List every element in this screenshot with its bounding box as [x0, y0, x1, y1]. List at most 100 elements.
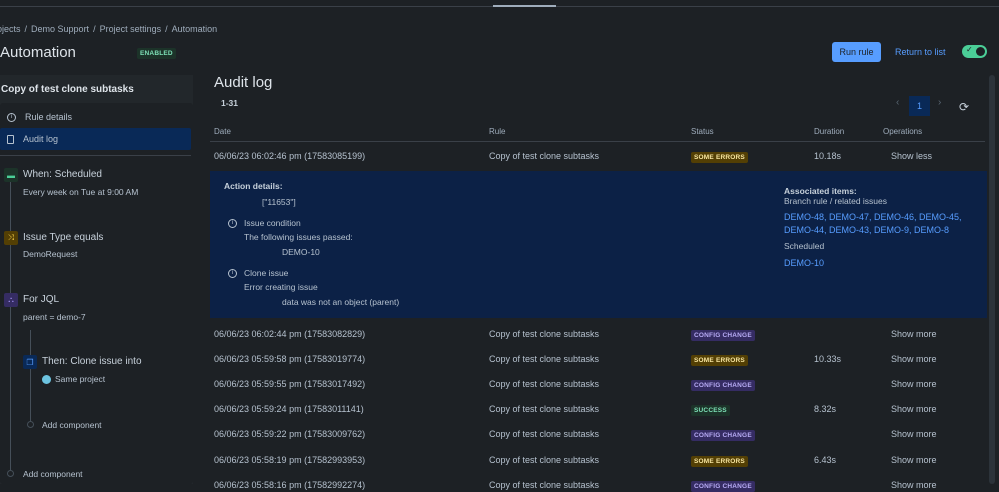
audit-log-title: Audit log	[214, 74, 273, 91]
action-details-panel	[210, 171, 987, 318]
branch-line	[30, 330, 31, 425]
clone-error: data was not an object (parent)	[282, 297, 400, 307]
page-title: Automation	[0, 44, 76, 61]
status-badge: ENABLED	[137, 48, 176, 59]
sidebar-item-audit-log[interactable]: Audit log	[0, 128, 191, 150]
result-range: 1-31	[221, 98, 239, 108]
next-page-button[interactable]: ›	[938, 97, 941, 108]
row-date: 06/06/23 05:59:24 pm (17583011141)	[214, 404, 364, 415]
nav-label: Audit log	[23, 134, 59, 144]
add-component-branch[interactable]: Add component	[42, 420, 102, 430]
active-tab-indicator	[493, 5, 556, 7]
breadcrumb-demo-support[interactable]: Demo Support	[31, 24, 89, 34]
show-less-link[interactable]: Show less	[891, 151, 932, 161]
add-dot-icon	[7, 470, 14, 477]
breadcrumb-projects[interactable]: ojects	[0, 24, 21, 34]
action-details-label: Action details:	[224, 181, 283, 191]
sidebar-item-rule-details[interactable]: i Rule details	[0, 106, 191, 128]
row-status: SUCCESS	[691, 405, 730, 417]
row-date: 06/06/23 06:02:44 pm (17583082829)	[214, 329, 366, 339]
clone-sub: Error creating issue	[244, 282, 318, 292]
row-duration: 8.32s	[814, 404, 837, 415]
row-status: CONFIG CHANGE	[691, 330, 755, 341]
add-dot-icon	[27, 421, 34, 428]
document-icon	[7, 134, 14, 144]
clone-icon: ❐	[23, 355, 37, 369]
check-icon: ✓	[966, 45, 973, 54]
show-more-link[interactable]: Show more	[891, 379, 937, 389]
show-more-link[interactable]: Show more	[891, 429, 937, 439]
step-branch-sub: parent = demo-7	[23, 312, 86, 322]
shuffle-icon: ⤨	[4, 231, 18, 245]
breadcrumb-project-settings[interactable]: Project settings	[100, 24, 162, 34]
rule-name: Copy of test clone subtasks	[1, 84, 134, 95]
show-more-link[interactable]: Show more	[891, 329, 937, 339]
row-duration: 10.33s	[814, 354, 842, 365]
condition-issue: DEMO-10	[282, 247, 320, 257]
step-condition-title[interactable]: Issue Type equals	[23, 232, 103, 243]
add-component[interactable]: Add component	[23, 469, 83, 479]
clone-title: Clone issue	[244, 268, 289, 278]
row-rule: Copy of test clone subtasks	[489, 454, 600, 465]
row-date: 06/06/23 05:59:55 pm (17583017492)	[214, 379, 366, 390]
rule-enabled-toggle[interactable]: ✓	[962, 45, 987, 58]
flow-line	[10, 180, 11, 475]
row-status: SOME ERRORS	[691, 455, 748, 467]
return-to-list-link[interactable]: Return to list	[895, 47, 946, 57]
divider	[0, 155, 191, 156]
col-status: Status	[691, 127, 714, 136]
branch-icon: ⛬	[4, 293, 18, 307]
row-rule: Copy of test clone subtasks	[489, 429, 600, 440]
step-action-title[interactable]: Then: Clone issue into	[42, 356, 142, 367]
info-icon: i	[228, 269, 237, 278]
show-more-link[interactable]: Show more	[891, 354, 937, 364]
top-nav	[0, 0, 999, 7]
action-details-value: ["11653"]	[262, 197, 296, 207]
row-rule: Copy of test clone subtasks	[489, 379, 600, 390]
row-rule: Copy of test clone subtasks	[489, 329, 600, 339]
row-rule: Copy of test clone subtasks	[489, 404, 600, 415]
step-trigger-title[interactable]: When: Scheduled	[23, 169, 102, 180]
step-condition-sub: DemoRequest	[23, 249, 78, 259]
row-date: 06/06/23 05:58:19 pm (17582993953)	[214, 454, 366, 465]
step-action-sub: Same project	[42, 374, 105, 384]
refresh-icon[interactable]: ⟳	[959, 100, 969, 114]
row-status: SOME ERRORS	[691, 152, 748, 163]
show-more-link[interactable]: Show more	[891, 480, 937, 490]
row-status: CONFIG CHANGE	[691, 430, 755, 442]
row-date: 06/06/23 05:59:58 pm (17583019774)	[214, 354, 366, 365]
row-rule: Copy of test clone subtasks	[489, 151, 600, 161]
show-more-link[interactable]: Show more	[891, 455, 937, 465]
run-rule-button[interactable]: Run rule	[832, 42, 881, 62]
row-status: SOME ERRORS	[691, 355, 748, 367]
show-more-link[interactable]: Show more	[891, 404, 937, 414]
col-date: Date	[214, 127, 231, 136]
related-issues-links[interactable]: DEMO-48, DEMO-47, DEMO-46, DEMO-45,	[784, 212, 962, 222]
condition-title: Issue condition	[244, 218, 301, 228]
calendar-icon: ▬	[4, 168, 18, 182]
info-icon: i	[7, 112, 16, 122]
row-rule: Copy of test clone subtasks	[489, 354, 600, 365]
page-1-button[interactable]: 1	[909, 96, 930, 116]
divider	[210, 141, 985, 142]
row-date: 06/06/23 05:59:22 pm (17583009762)	[214, 429, 366, 440]
breadcrumb-automation[interactable]: Automation	[172, 24, 218, 34]
condition-sub: The following issues passed:	[244, 232, 353, 242]
breadcrumb: ojects/Demo Support/Project settings/Aut…	[0, 24, 217, 34]
row-duration: 6.43s	[814, 454, 837, 465]
row-date: 06/06/23 05:58:16 pm (17582992274)	[214, 479, 366, 490]
prev-page-button[interactable]: ‹	[896, 97, 899, 108]
associated-items-label: Associated items:	[784, 186, 857, 196]
col-rule: Rule	[489, 127, 506, 136]
row-duration: 10.18s	[814, 151, 842, 161]
scheduled-issue-link[interactable]: DEMO-10	[784, 258, 824, 268]
info-icon: i	[228, 219, 237, 228]
scrollbar[interactable]	[989, 75, 995, 484]
row-date: 06/06/23 06:02:46 pm (17583085199)	[214, 151, 366, 161]
project-name: Same project	[55, 374, 106, 384]
row-status: CONFIG CHANGE	[691, 480, 755, 492]
row-rule: Copy of test clone subtasks	[489, 479, 600, 490]
step-branch-title[interactable]: For JQL	[23, 294, 59, 305]
related-issues-links[interactable]: DEMO-44, DEMO-43, DEMO-9, DEMO-8	[784, 225, 949, 235]
scheduled-label: Scheduled	[784, 241, 825, 251]
